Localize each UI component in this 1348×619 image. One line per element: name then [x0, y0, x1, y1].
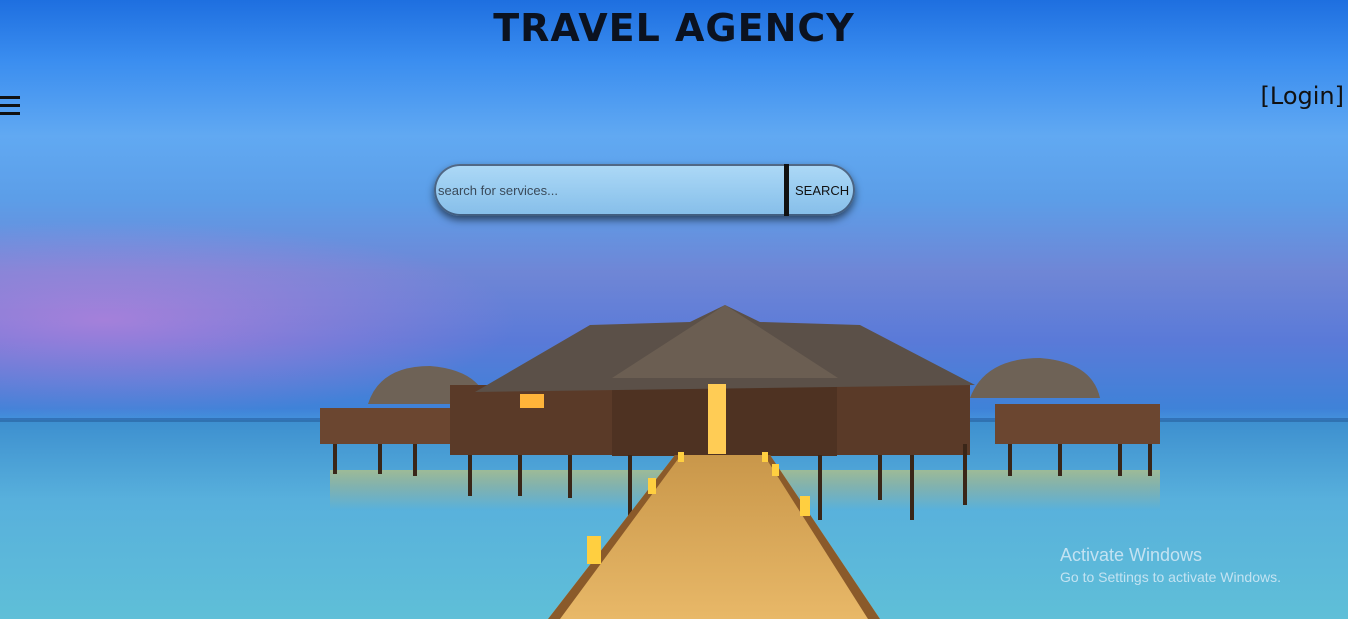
- search-button[interactable]: SEARCH: [789, 164, 855, 216]
- watermark-subtitle: Go to Settings to activate Windows.: [1060, 569, 1281, 585]
- hamburger-menu-icon[interactable]: [0, 96, 22, 120]
- activate-windows-watermark: Activate Windows Go to Settings to activ…: [1060, 545, 1281, 585]
- water-villa-illustration: [320, 305, 1160, 619]
- page-title: TRAVEL AGENCY: [493, 6, 855, 50]
- login-link[interactable]: [Login]: [1261, 82, 1344, 110]
- search-bar: SEARCH: [434, 164, 855, 216]
- search-input[interactable]: [434, 164, 784, 216]
- watermark-title: Activate Windows: [1060, 545, 1203, 565]
